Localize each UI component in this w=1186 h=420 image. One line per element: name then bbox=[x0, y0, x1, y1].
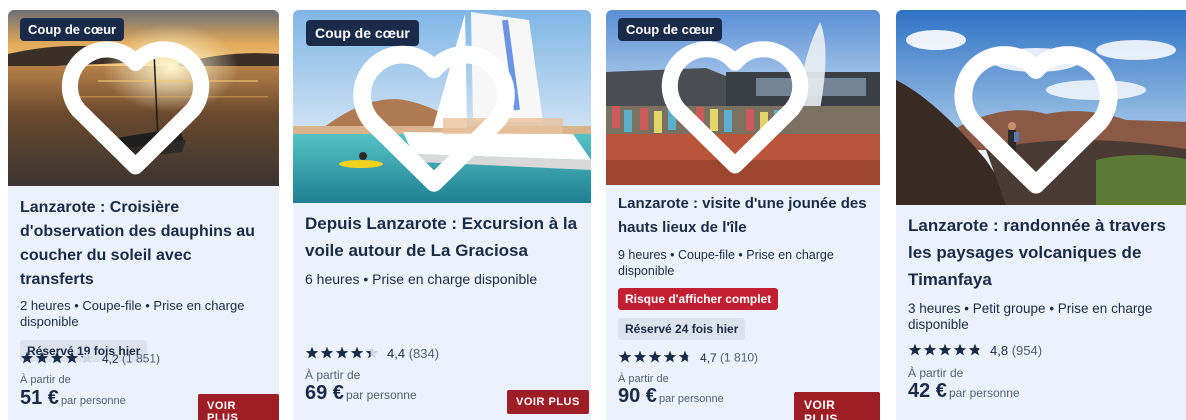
activity-photo[interactable]: Coup de cœur bbox=[293, 10, 591, 203]
booked-badge: Réservé 24 fois hier bbox=[618, 318, 746, 340]
per-person-label: par personne bbox=[345, 388, 417, 403]
activity-title[interactable]: Lanzarote : randonnée à travers les pays… bbox=[908, 212, 1180, 293]
activity-photo[interactable]: Coup de cœur bbox=[606, 10, 880, 185]
stars-icon bbox=[305, 346, 381, 363]
activity-card[interactable]: Coup de cœur Lanzarote : Croisière d'obs… bbox=[8, 10, 279, 420]
rating: 4,2 (1 851) bbox=[20, 351, 267, 368]
voir-plus-button[interactable]: VOIR PLUS bbox=[507, 390, 589, 414]
rating-count: (834) bbox=[408, 346, 440, 361]
stars-icon bbox=[20, 351, 96, 368]
rating-value: 4,7 bbox=[700, 350, 717, 365]
price: 90 € bbox=[618, 385, 657, 407]
activity-card[interactable]: Coup de cœur Depuis Lanzarote : Excursio… bbox=[293, 10, 591, 420]
activity-meta: 9 heures • Coupe-file • Prise en charge … bbox=[618, 248, 834, 278]
rating-value: 4,2 bbox=[102, 351, 119, 366]
rating-value: 4,8 bbox=[990, 343, 1009, 358]
activity-title[interactable]: Depuis Lanzarote : Excursion à la voile … bbox=[305, 210, 579, 264]
rating-count: (1 810) bbox=[720, 350, 759, 365]
activity-photo[interactable]: Coup de cœur bbox=[8, 10, 279, 186]
risk-badge: Risque d'afficher complet bbox=[618, 288, 779, 310]
from-label: À partir de bbox=[618, 373, 669, 385]
rating: 4,7 (1 810) bbox=[618, 350, 868, 367]
rating-count: (954) bbox=[1011, 343, 1043, 358]
voir-plus-button[interactable]: VOIR PLUS bbox=[794, 392, 880, 420]
voir-plus-button[interactable]: VOIR PLUS bbox=[198, 394, 279, 420]
heart-icon[interactable] bbox=[896, 18, 1184, 205]
per-person-label: par personne bbox=[948, 386, 1020, 401]
heart-icon[interactable] bbox=[606, 16, 872, 185]
heart-icon[interactable] bbox=[293, 18, 583, 203]
activity-card[interactable]: Coup de cœur Lanzarote : visite d'une jo… bbox=[606, 10, 880, 420]
heart-icon[interactable] bbox=[8, 16, 271, 186]
from-label: À partir de bbox=[20, 374, 71, 386]
activity-meta: 6 heures • Prise en charge disponible bbox=[305, 271, 538, 287]
price: 51 € bbox=[20, 387, 59, 409]
price: 42 € bbox=[908, 380, 947, 403]
stars-icon bbox=[618, 350, 694, 367]
per-person-label: par personne bbox=[60, 395, 126, 407]
activity-card[interactable]: Lanzarote : randonnée à travers les pays… bbox=[896, 10, 1186, 420]
per-person-label: par personne bbox=[658, 393, 724, 405]
rating-value: 4,4 bbox=[387, 346, 406, 361]
from-label: À partir de bbox=[305, 368, 361, 383]
activity-meta: 2 heures • Coupe-file • Prise en charge … bbox=[20, 298, 245, 329]
activity-title[interactable]: Lanzarote : Croisière d'observation des … bbox=[20, 196, 267, 292]
activity-photo[interactable] bbox=[896, 10, 1186, 205]
activity-title[interactable]: Lanzarote : visite d'une jounée des haut… bbox=[618, 192, 868, 240]
rating: 4,8 (954) bbox=[908, 343, 1180, 360]
rating-count: (1 851) bbox=[122, 351, 161, 366]
activity-meta: 3 heures • Petit groupe • Prise en charg… bbox=[908, 301, 1153, 332]
price: 69 € bbox=[305, 382, 344, 405]
rating: 4,4 (834) bbox=[305, 346, 579, 363]
stars-icon bbox=[908, 343, 984, 360]
from-label: À partir de bbox=[908, 366, 964, 381]
